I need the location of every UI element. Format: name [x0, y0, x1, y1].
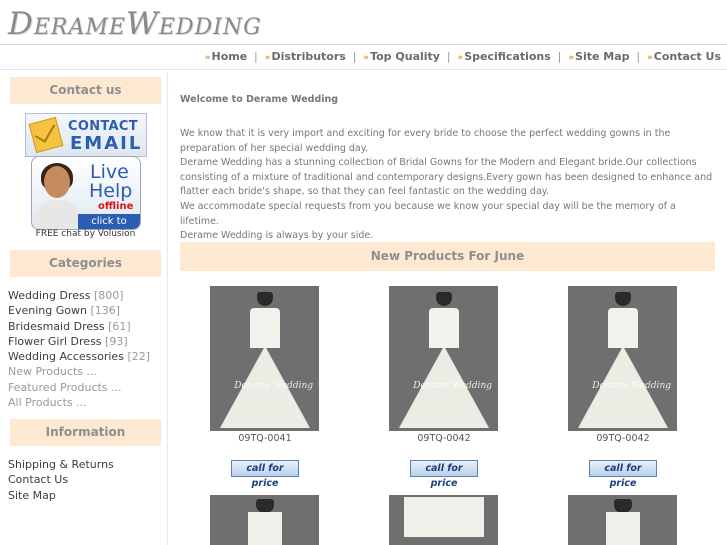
category-new-products[interactable]: New Products ... — [8, 364, 150, 379]
information-heading: Information — [10, 419, 161, 446]
contact-us-heading: Contact us — [10, 77, 161, 104]
site-logo[interactable]: DerameWedding — [8, 6, 262, 42]
new-products-heading: New Products For June — [180, 242, 715, 271]
nav-separator: | — [557, 50, 562, 63]
category-featured-products[interactable]: Featured Products ... — [8, 380, 150, 395]
product-image[interactable] — [210, 495, 319, 545]
product-image[interactable]: Derame Wedding — [210, 286, 319, 431]
nav-separator: | — [446, 50, 451, 63]
nav-specifications[interactable]: Specifications — [464, 50, 551, 63]
nav-home[interactable]: Home — [212, 50, 248, 63]
contact-email-line2: EMAIL — [70, 133, 143, 154]
info-shipping-returns[interactable]: Shipping & Returns — [8, 457, 114, 472]
free-chat-credit[interactable]: FREE chat by Volusion — [4, 229, 167, 239]
welcome-title: Welcome to Derame Wedding — [180, 94, 339, 105]
contact-email-line1: CONTACT — [68, 119, 138, 134]
category-flower-girl-dress[interactable]: Flower Girl Dress [93] — [8, 334, 150, 349]
nav-separator: | — [636, 50, 641, 63]
product-card: Derame Wedding 09TQ-0041 call for price — [210, 286, 320, 490]
nav-arrow-icon: » — [363, 53, 370, 63]
category-bridesmaid-dress[interactable]: Bridesmaid Dress [61] — [8, 319, 150, 334]
product-watermark: Derame Wedding — [592, 381, 671, 391]
call-for-price-button[interactable]: call for price — [231, 460, 299, 489]
nav-arrow-icon: » — [457, 53, 464, 63]
call-for-price-button[interactable]: call for price — [589, 460, 657, 489]
support-agent-icon — [34, 162, 80, 229]
product-image[interactable]: Derame Wedding — [568, 286, 677, 431]
live-help-status: offline — [98, 201, 134, 212]
nav-arrow-icon: » — [264, 53, 271, 63]
welcome-text: We know that it is very import and excit… — [180, 127, 715, 244]
welcome-paragraph: We accommodate special requests from you… — [180, 200, 676, 227]
nav-bar: »Home | »Distributors | »Top Quality | »… — [0, 44, 727, 70]
nav-contact-us[interactable]: Contact Us — [654, 50, 721, 63]
information-list: Shipping & Returns Contact Us Site Map — [8, 457, 114, 503]
product-code[interactable]: 09TQ-0041 — [210, 433, 320, 444]
nav-arrow-icon: » — [204, 53, 211, 63]
product-code[interactable]: 09TQ-0042 — [568, 433, 678, 444]
info-contact-us[interactable]: Contact Us — [8, 472, 114, 487]
header: DerameWedding — [0, 0, 727, 44]
welcome-paragraph: Derame Wedding has a stunning collection… — [180, 157, 713, 198]
product-card: Derame Wedding 09TQ-0042 call for price — [568, 286, 678, 490]
welcome-paragraph: We know that it is very import and excit… — [180, 128, 671, 154]
info-site-map[interactable]: Site Map — [8, 488, 114, 503]
envelope-icon — [28, 116, 64, 154]
nav-arrow-icon: » — [646, 53, 653, 63]
product-image[interactable] — [568, 495, 677, 545]
nav-top-quality[interactable]: Top Quality — [370, 50, 440, 63]
nav-site-map[interactable]: Site Map — [575, 50, 629, 63]
call-for-price-button[interactable]: call for price — [410, 460, 478, 489]
top-nav: »Home | »Distributors | »Top Quality | »… — [205, 50, 721, 63]
category-all-products[interactable]: All Products ... — [8, 395, 150, 410]
product-code[interactable]: 09TQ-0042 — [389, 433, 499, 444]
category-wedding-accessories[interactable]: Wedding Accessories [22] — [8, 349, 150, 364]
nav-arrow-icon: » — [568, 53, 575, 63]
click-to-email[interactable]: click to email — [78, 214, 140, 229]
live-help-button[interactable]: Live Help offline click to email — [31, 156, 141, 230]
category-wedding-dress[interactable]: Wedding Dress [800] — [8, 288, 150, 303]
product-card: Derame Wedding 09TQ-0042 call for price — [389, 286, 499, 490]
nav-separator: | — [254, 50, 258, 63]
nav-separator: | — [352, 50, 357, 63]
product-image[interactable]: Derame Wedding — [389, 286, 498, 431]
categories-heading: Categories — [10, 250, 161, 277]
category-list: Wedding Dress [800] Evening Gown [136] B… — [8, 288, 150, 410]
nav-distributors[interactable]: Distributors — [271, 50, 345, 63]
product-watermark: Derame Wedding — [413, 381, 492, 391]
product-watermark: Derame Wedding — [234, 381, 313, 391]
product-image[interactable] — [389, 495, 498, 545]
contact-email-button[interactable]: CONTACT EMAIL — [25, 113, 147, 157]
live-help-help: Help — [89, 180, 133, 202]
sidebar: Contact us CONTACT EMAIL Live Help offli… — [4, 72, 168, 545]
category-evening-gown[interactable]: Evening Gown [136] — [8, 303, 150, 318]
